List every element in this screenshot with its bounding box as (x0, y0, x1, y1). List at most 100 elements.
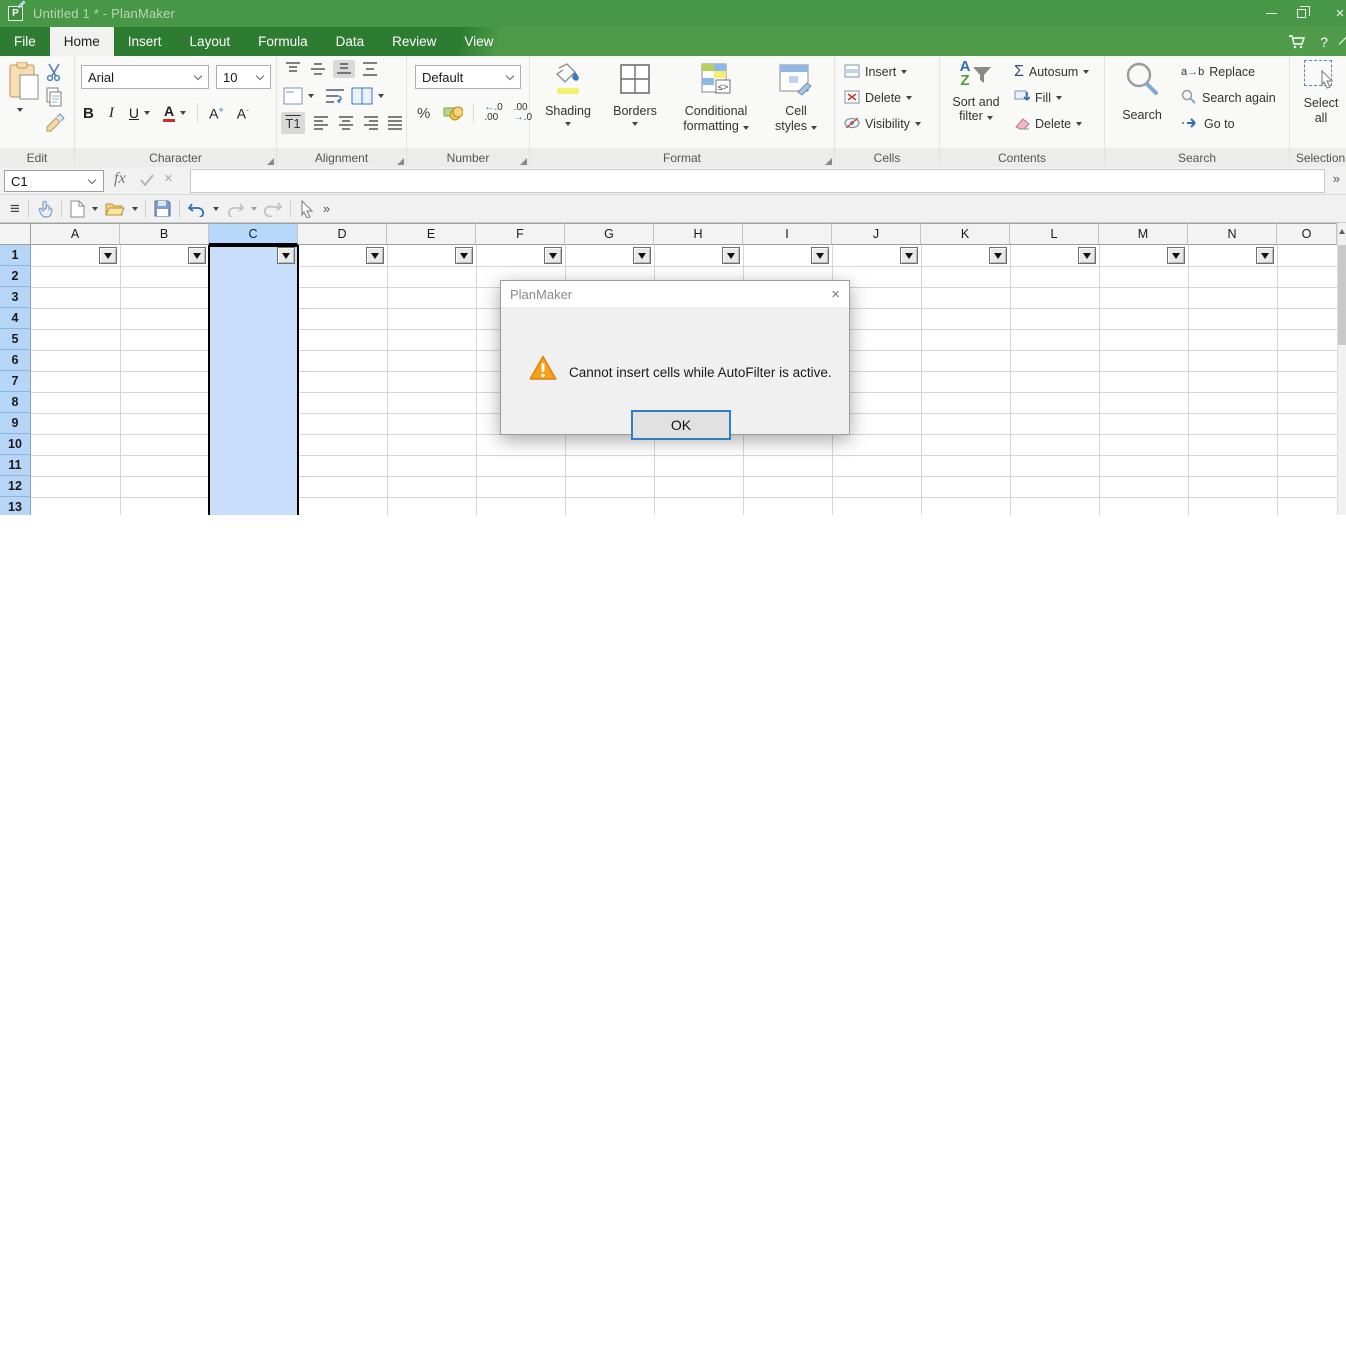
conditional-formatting-dropdown[interactable] (743, 126, 749, 130)
new-document-dropdown[interactable] (92, 207, 98, 211)
open-file-dropdown[interactable] (132, 207, 138, 211)
grow-font-button[interactable]: A+ (209, 105, 224, 122)
close-button[interactable]: × (1316, 0, 1346, 27)
shrink-font-button[interactable]: A- (237, 105, 249, 122)
cell-styles-button[interactable]: Cellstyles (764, 62, 828, 133)
alignment-dialog-launcher[interactable] (397, 158, 404, 165)
insert-cells-dropdown[interactable] (901, 70, 907, 74)
row-header-2[interactable]: 2 (0, 266, 31, 287)
ok-button[interactable]: OK (631, 410, 731, 440)
fill-dropdown[interactable] (1056, 96, 1062, 100)
help-icon[interactable]: ? (1320, 34, 1328, 50)
repeat-button[interactable] (260, 197, 286, 221)
align-middle-icon[interactable] (310, 62, 326, 76)
redo-button[interactable] (222, 197, 248, 221)
autofilter-button-L[interactable] (1078, 247, 1096, 264)
borders-button[interactable]: Borders (604, 62, 666, 126)
tab-view[interactable]: View (450, 27, 507, 56)
sort-and-filter-button[interactable]: AZ Sort andfilter (944, 60, 1008, 124)
undo-button[interactable] (184, 197, 210, 221)
tab-review[interactable]: Review (378, 27, 450, 56)
delete-cells-dropdown[interactable] (906, 96, 912, 100)
row-header-6[interactable]: 6 (0, 350, 31, 371)
align-right-icon[interactable] (363, 116, 379, 130)
row-header-11[interactable]: 11 (0, 455, 31, 476)
row-header-12[interactable]: 12 (0, 476, 31, 497)
row-header-10[interactable]: 10 (0, 434, 31, 455)
cell-styles-dropdown[interactable] (811, 126, 817, 130)
visibility-dropdown[interactable] (915, 122, 921, 126)
align-bottom-icon[interactable] (333, 60, 355, 78)
visibility-button[interactable]: Visibility (844, 114, 921, 134)
row-header-3[interactable]: 3 (0, 287, 31, 308)
open-file-button[interactable] (101, 197, 129, 221)
autofilter-button-C[interactable] (277, 247, 295, 264)
font-name-select[interactable]: Arial (81, 65, 209, 89)
delete-cells-button[interactable]: Delete (844, 88, 912, 108)
undo-dropdown[interactable] (213, 207, 219, 211)
goto-button[interactable]: Go to (1181, 114, 1235, 134)
align-justify-v-icon[interactable] (362, 62, 378, 76)
paste-dropdown[interactable] (17, 108, 23, 112)
tab-home[interactable]: Home (50, 27, 114, 56)
align-justify-icon[interactable] (387, 116, 403, 130)
redo-dropdown[interactable] (251, 207, 257, 211)
column-header-A[interactable]: A (31, 223, 120, 245)
autofilter-button-G[interactable] (633, 247, 651, 264)
autofilter-button-A[interactable] (99, 247, 117, 264)
tab-layout[interactable]: Layout (176, 27, 245, 56)
autofilter-button-E[interactable] (455, 247, 473, 264)
font-color-dropdown[interactable] (180, 111, 186, 115)
row-header-4[interactable]: 4 (0, 308, 31, 329)
confirm-entry-button[interactable] (140, 173, 154, 191)
column-header-J[interactable]: J (832, 223, 921, 245)
insert-function-button[interactable]: fx (114, 170, 126, 188)
column-header-I[interactable]: I (743, 223, 832, 245)
italic-button[interactable]: I (109, 105, 114, 122)
autofilter-button-B[interactable] (188, 247, 206, 264)
cell-border-dropdown[interactable] (308, 94, 314, 98)
autofilter-button-N[interactable] (1256, 247, 1274, 264)
column-header-E[interactable]: E (387, 223, 476, 245)
tab-formula[interactable]: Formula (244, 27, 322, 56)
search-again-button[interactable]: Search again (1181, 88, 1276, 108)
column-header-F[interactable]: F (476, 223, 565, 245)
rotate-text-button[interactable]: T1 (281, 112, 305, 134)
autofilter-button-M[interactable] (1167, 247, 1185, 264)
shading-dropdown[interactable] (565, 122, 571, 126)
autofilter-button-D[interactable] (366, 247, 384, 264)
number-format-select[interactable]: Default (415, 65, 521, 89)
align-top-icon[interactable] (285, 62, 301, 76)
save-button[interactable] (150, 197, 175, 221)
fill-button[interactable]: Fill (1014, 88, 1062, 108)
delete-contents-button[interactable]: Delete (1014, 114, 1082, 134)
menu-icon[interactable]: ≡ (6, 197, 24, 221)
pointer-tool-button[interactable] (295, 197, 319, 221)
column-header-O[interactable]: O (1277, 223, 1337, 245)
wrap-text-icon[interactable] (325, 87, 345, 105)
percent-format-button[interactable]: % (417, 105, 430, 122)
autofilter-button-K[interactable] (989, 247, 1007, 264)
autosum-dropdown[interactable] (1083, 70, 1089, 74)
format-painter-icon[interactable] (44, 111, 66, 133)
autofilter-button-F[interactable] (544, 247, 562, 264)
autofilter-button-I[interactable] (811, 247, 829, 264)
delete-contents-dropdown[interactable] (1076, 122, 1082, 126)
minimize-button[interactable] (1256, 0, 1286, 27)
autosum-button[interactable]: Σ Autosum (1014, 62, 1089, 82)
vertical-scrollbar[interactable] (1337, 223, 1346, 515)
formula-input[interactable] (190, 169, 1325, 193)
shading-button[interactable]: Shading (538, 62, 598, 126)
copy-icon[interactable] (44, 87, 64, 107)
align-left-icon[interactable] (313, 116, 329, 130)
touch-mode-button[interactable] (33, 197, 57, 221)
row-header-5[interactable]: 5 (0, 329, 31, 350)
scrollbar-thumb[interactable] (1338, 245, 1346, 345)
underline-button[interactable]: U (129, 105, 139, 121)
tab-insert[interactable]: Insert (114, 27, 176, 56)
search-button[interactable]: Search (1113, 60, 1171, 123)
replace-button[interactable]: a→b Replace (1181, 62, 1255, 82)
column-header-M[interactable]: M (1099, 223, 1188, 245)
column-header-D[interactable]: D (298, 223, 387, 245)
autofilter-button-J[interactable] (900, 247, 918, 264)
